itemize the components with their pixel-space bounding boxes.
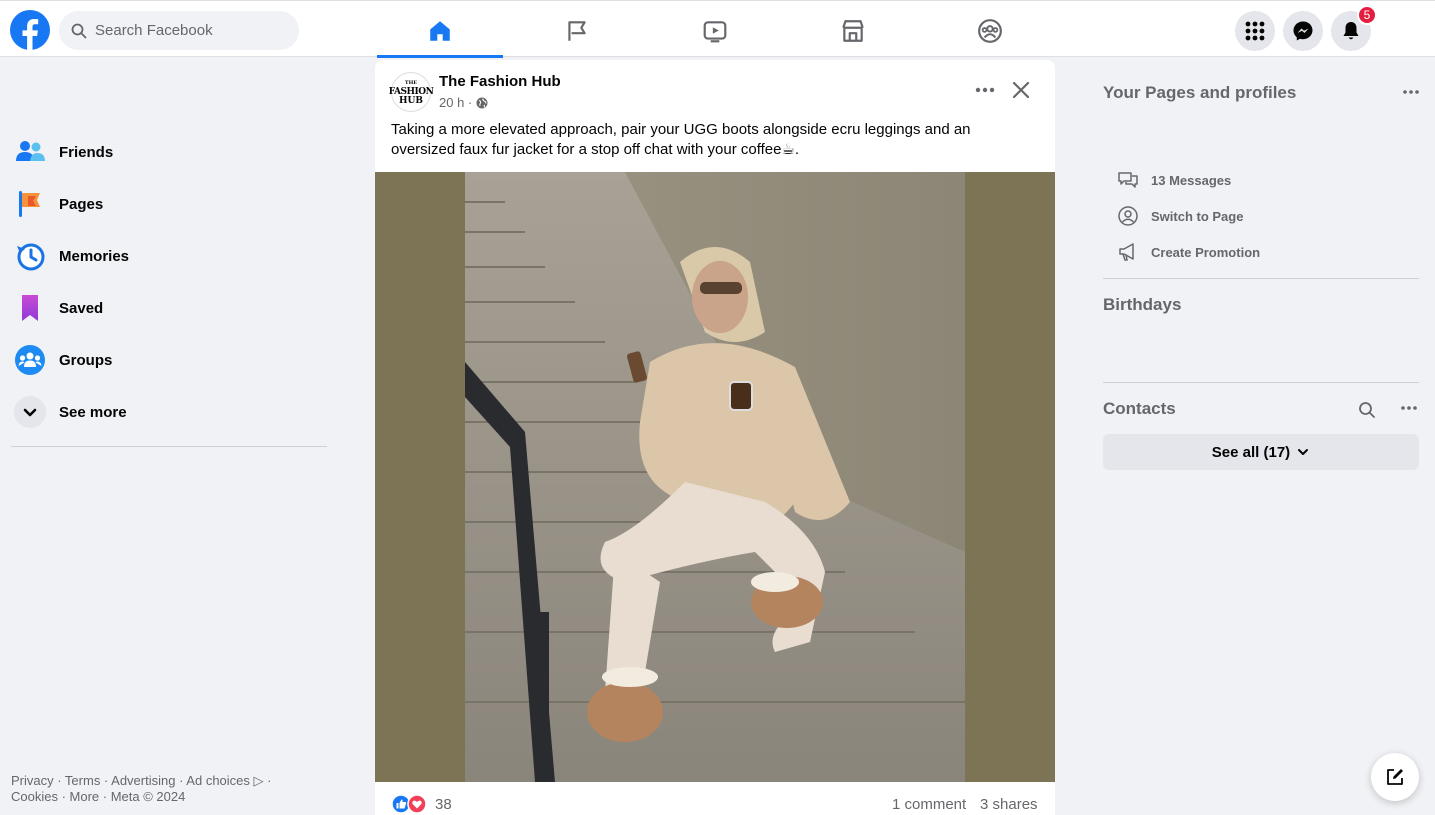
messenger-button[interactable] <box>1283 11 1323 51</box>
friends-icon <box>12 134 48 170</box>
search-icon <box>71 23 87 38</box>
tab-pages[interactable] <box>514 3 640 58</box>
groups-icon <box>978 18 1002 43</box>
post-timestamp[interactable]: 20 h · <box>439 95 488 110</box>
post-photo <box>465 172 965 782</box>
close-icon[interactable] <box>1009 78 1033 102</box>
video-icon <box>703 20 727 42</box>
notifications-button[interactable]: 5 <box>1331 5 1377 51</box>
sidebar-item-saved[interactable]: Saved <box>11 282 331 334</box>
sidebar-label-memories: Memories <box>59 247 130 265</box>
right-divider-1 <box>1103 278 1419 279</box>
footer-links-line2[interactable]: Cookies · More · Meta © 2024 <box>11 789 185 804</box>
saved-bookmark-icon <box>12 290 48 326</box>
new-message-button[interactable] <box>1371 753 1419 801</box>
megaphone-icon <box>1119 243 1134 261</box>
chevron-down-icon <box>1298 449 1309 455</box>
tab-marketplace[interactable] <box>790 3 916 58</box>
page-action-messages[interactable]: 13 Messages <box>1117 168 1231 192</box>
top-navigation-bar: Search Facebook 5 <box>0 0 1435 58</box>
contacts-title: Contacts <box>1103 399 1176 418</box>
facebook-logo-icon[interactable] <box>10 10 50 50</box>
shares-count-link[interactable]: 3 shares <box>980 796 1038 813</box>
search-bar[interactable]: Search Facebook <box>59 11 299 50</box>
notification-badge: 5 <box>1357 5 1377 25</box>
post-photo-container[interactable] <box>375 172 1055 782</box>
post-options-icon[interactable] <box>973 78 997 102</box>
sidebar-label-groups: Groups <box>59 351 113 369</box>
flag-icon <box>568 20 586 41</box>
search-input[interactable]: Search Facebook <box>95 22 213 39</box>
memories-clock-icon <box>12 238 48 274</box>
sidebar-item-groups[interactable]: Groups <box>11 334 331 386</box>
reaction-count: 38 <box>435 795 452 813</box>
contacts-options-icon[interactable] <box>1399 398 1419 418</box>
post-page-name[interactable]: The Fashion Hub <box>439 73 561 90</box>
globe-icon <box>476 97 488 108</box>
chevron-down-icon <box>12 394 48 430</box>
sidebar-label-see-more: See more <box>59 403 127 421</box>
sidebar-item-see-more[interactable]: See more <box>11 386 331 438</box>
tab-groups[interactable] <box>927 3 1053 58</box>
pages-flag-icon <box>12 186 48 222</box>
compose-icon <box>1387 769 1403 785</box>
reactions-summary[interactable]: 38 <box>391 794 452 814</box>
post-caption: Taking a more elevated approach, pair yo… <box>391 121 971 158</box>
sidebar-divider <box>11 446 327 447</box>
home-icon <box>430 20 450 41</box>
tab-watch[interactable] <box>652 3 778 58</box>
see-all-contacts-button[interactable]: See all (17) <box>1103 434 1419 470</box>
page-avatar[interactable]: THE FASHION HUB <box>389 72 434 112</box>
apps-grid-icon <box>1245 21 1265 41</box>
right-divider-2 <box>1103 382 1419 383</box>
page-action-promotion[interactable]: Create Promotion <box>1117 240 1260 264</box>
birthdays-title: Birthdays <box>1103 295 1182 314</box>
feed-post: THE FASHION HUB The Fashion Hub 20 h · T… <box>375 60 1055 815</box>
comments-count-link[interactable]: 1 comment <box>892 796 966 813</box>
page-action-switch[interactable]: Switch to Page <box>1117 204 1243 228</box>
pages-options-icon[interactable] <box>1401 82 1421 102</box>
tab-home[interactable] <box>377 3 503 58</box>
sidebar-label-saved: Saved <box>59 299 104 317</box>
sidebar-item-friends[interactable]: Friends <box>11 126 331 178</box>
sidebar-item-memories[interactable]: Memories <box>11 230 331 282</box>
switch-profile-icon <box>1118 206 1138 226</box>
messages-icon <box>1118 172 1138 188</box>
sidebar-label-pages: Pages <box>59 195 104 213</box>
your-pages-title: Your Pages and profiles <box>1103 83 1297 102</box>
messenger-icon <box>1293 21 1313 41</box>
groups-people-icon <box>12 342 48 378</box>
sidebar-item-pages[interactable]: Pages <box>11 178 331 230</box>
bell-icon <box>1343 22 1359 40</box>
footer-links-line1[interactable]: Privacy · Terms · Advertising · Ad choic… <box>11 773 271 789</box>
menu-button[interactable] <box>1235 11 1275 51</box>
marketplace-icon <box>842 19 864 42</box>
sidebar-label-friends: Friends <box>59 143 114 161</box>
like-love-reaction-icon <box>391 794 427 814</box>
search-contacts-icon[interactable] <box>1357 400 1377 420</box>
